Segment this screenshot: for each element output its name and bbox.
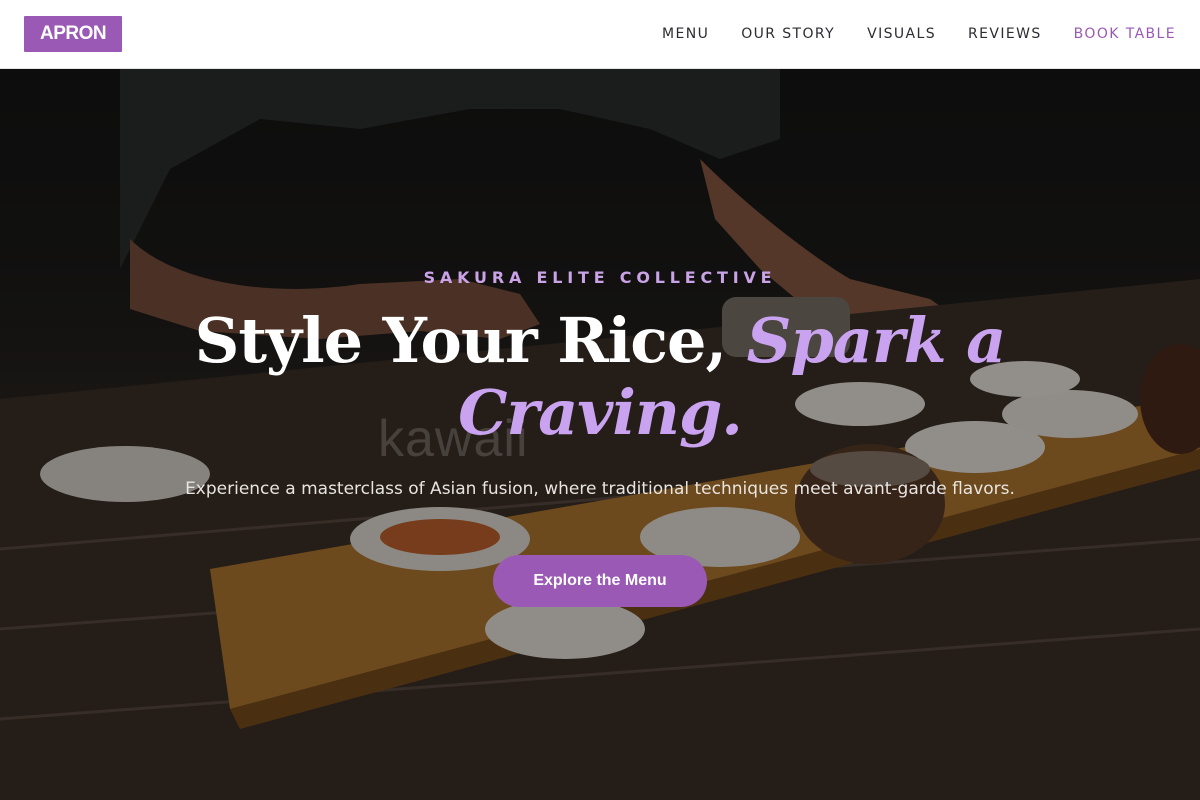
- nav-visuals-link[interactable]: VISUALS: [867, 26, 936, 42]
- hero-section: kawaii SAKURA ELITE COLLECTIVE Style You…: [0, 69, 1200, 800]
- hero-content: kawaii SAKURA ELITE COLLECTIVE Style You…: [0, 69, 1200, 800]
- nav-reviews-link[interactable]: REVIEWS: [968, 26, 1042, 42]
- brand-logo[interactable]: APRON: [24, 16, 123, 52]
- main-nav: MENU OUR STORY VISUALS REVIEWS BOOK TABL…: [630, 26, 1176, 42]
- hero-headline: Style Your Rice, Spark a Craving.: [150, 305, 1050, 449]
- nav-our-story-link[interactable]: OUR STORY: [741, 26, 835, 42]
- nav-book-table-link[interactable]: BOOK TABLE: [1074, 26, 1176, 42]
- nav-menu-link[interactable]: MENU: [662, 26, 709, 42]
- hero-subtitle: Experience a masterclass of Asian fusion…: [185, 479, 1015, 499]
- explore-menu-button[interactable]: Explore the Menu: [493, 555, 707, 607]
- hero-eyebrow: SAKURA ELITE COLLECTIVE: [423, 268, 777, 287]
- headline-main-text: Style Your Rice,: [194, 304, 747, 377]
- site-header: APRON MENU OUR STORY VISUALS REVIEWS BOO…: [0, 0, 1200, 69]
